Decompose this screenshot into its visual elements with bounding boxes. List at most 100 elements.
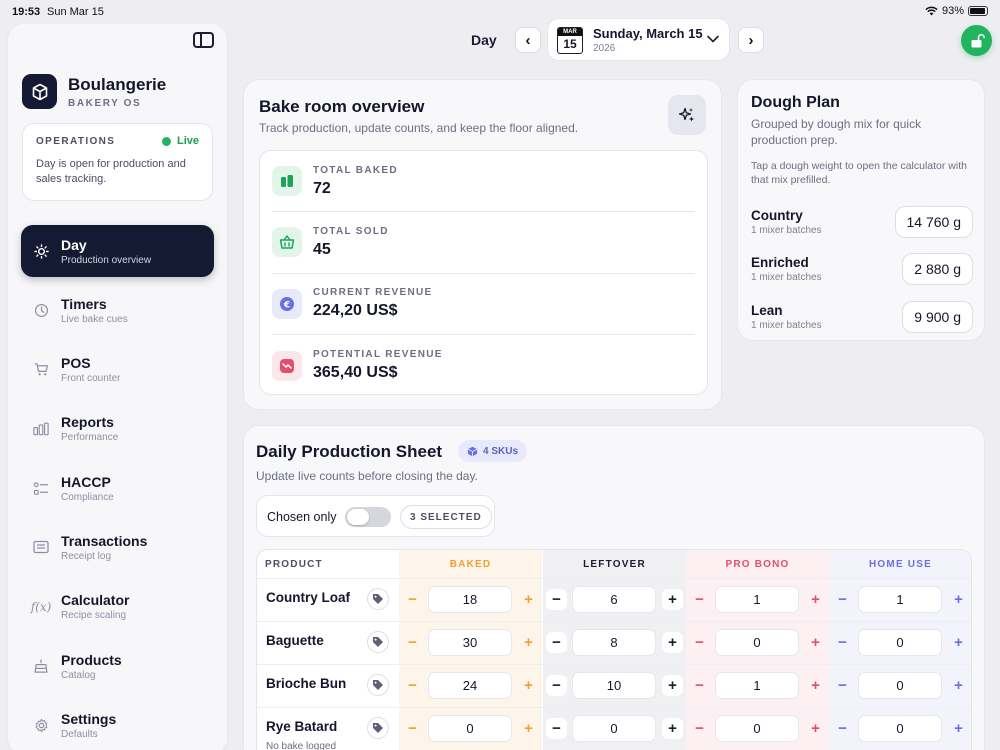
increment-button[interactable]: + [518, 589, 539, 610]
sidebar-item-reports[interactable]: Reports Performance [21, 403, 214, 455]
decrement-button[interactable]: − [689, 589, 710, 610]
decrement-button[interactable]: − [402, 675, 423, 696]
metric-value: 224,20 US$ [313, 302, 398, 320]
euro-icon: € [272, 288, 302, 319]
sidebar-item-transactions[interactable]: Transactions Receipt log [21, 521, 214, 573]
leftover-value[interactable]: 8 [572, 629, 656, 656]
leftover-value[interactable]: 6 [572, 586, 656, 613]
table-row: Baguette −30 + −8 + −0 + −0 + [257, 621, 971, 664]
decrement-button[interactable]: − [546, 675, 567, 696]
decrement-button[interactable]: − [832, 632, 853, 653]
increment-button[interactable]: + [518, 718, 539, 739]
baked-stepper: −24 + [399, 672, 542, 699]
increment-button[interactable]: + [948, 589, 969, 610]
decrement-button[interactable]: − [402, 632, 423, 653]
dough-weight-button[interactable]: 9 900 g [902, 300, 973, 333]
decrement-button[interactable]: − [546, 589, 567, 610]
decrement-button[interactable]: − [689, 718, 710, 739]
sidebar-item-day[interactable]: Day Production overview [21, 225, 214, 277]
increment-button[interactable]: + [518, 632, 539, 653]
decrement-button[interactable]: − [689, 675, 710, 696]
selected-count-pill[interactable]: 3 SELECTED [400, 505, 492, 529]
pro-bono-value[interactable]: 1 [715, 586, 799, 613]
decrement-button[interactable]: − [402, 718, 423, 739]
baked-value[interactable]: 30 [428, 629, 512, 656]
decrement-button[interactable]: − [832, 589, 853, 610]
decrement-button[interactable]: − [689, 632, 710, 653]
tag-icon [373, 680, 383, 690]
sidebar-item-timers[interactable]: Timers Live bake cues [21, 284, 214, 336]
selected-year: 2026 [593, 43, 616, 54]
leftover-value[interactable]: 0 [572, 715, 656, 742]
pro-bono-value[interactable]: 0 [715, 629, 799, 656]
chosen-filter: Chosen only 3 SELECTED [256, 495, 495, 537]
status-bar: 19:53 Sun Mar 15 93% [0, 0, 1000, 24]
sidebar-item-calculator[interactable]: f(x) Calculator Recipe scaling [21, 581, 214, 633]
sidebar-item-title: HACCP [61, 473, 111, 490]
dough-row: Lean 1 mixer batches 9 900 g [751, 293, 973, 341]
decrement-button[interactable]: − [832, 718, 853, 739]
increment-button[interactable]: + [948, 718, 969, 739]
decrement-button[interactable]: − [546, 632, 567, 653]
baked-value[interactable]: 0 [428, 715, 512, 742]
increment-button[interactable]: + [948, 675, 969, 696]
tag-button[interactable] [367, 588, 389, 610]
unlock-button[interactable] [961, 25, 992, 56]
increment-button[interactable]: + [662, 589, 683, 610]
receipt-icon [33, 539, 49, 555]
increment-button[interactable]: + [948, 632, 969, 653]
tag-button[interactable] [367, 631, 389, 653]
decrement-button[interactable]: − [546, 718, 567, 739]
increment-button[interactable]: + [662, 632, 683, 653]
previous-day-button[interactable]: ‹ [515, 27, 541, 53]
dough-weight-button[interactable]: 14 760 g [894, 205, 973, 238]
metric-potential-revenue: POTENTIAL REVENUE 365,40 US$ [272, 335, 695, 396]
increment-button[interactable]: + [662, 675, 683, 696]
home-use-value[interactable]: 1 [858, 586, 942, 613]
next-day-button[interactable]: › [738, 27, 764, 53]
sidebar-item-subtitle: Recipe scaling [61, 610, 127, 622]
metric-value: 45 [313, 240, 331, 258]
timer-icon [33, 302, 49, 318]
sun-icon [33, 243, 49, 259]
sparkle-button[interactable] [668, 95, 706, 135]
increment-button[interactable]: + [518, 675, 539, 696]
leftover-value[interactable]: 10 [572, 672, 656, 699]
sidebar-item-haccp[interactable]: HACCP Compliance [21, 462, 214, 514]
sidebar-item-title: Timers [61, 295, 107, 312]
battery-percent: 93% [941, 5, 964, 17]
baked-value[interactable]: 18 [428, 586, 512, 613]
brand-name: Boulangerie [68, 74, 167, 94]
home-use-value[interactable]: 0 [858, 672, 942, 699]
sidebar-toggle-icon[interactable] [193, 32, 214, 48]
cake-icon [33, 658, 49, 674]
date-picker[interactable]: MAR 15 Sunday, March 15 2026 [547, 18, 730, 61]
dough-weight-button[interactable]: 2 880 g [902, 253, 973, 286]
pro-bono-value[interactable]: 0 [715, 715, 799, 742]
tag-button[interactable] [367, 674, 389, 696]
pro-bono-value[interactable]: 1 [715, 672, 799, 699]
day-label: Day [471, 32, 497, 48]
home-use-value[interactable]: 0 [858, 629, 942, 656]
increment-button[interactable]: + [805, 718, 826, 739]
decrement-button[interactable]: − [832, 675, 853, 696]
sidebar-item-products[interactable]: Products Catalog [21, 640, 214, 692]
increment-button[interactable]: + [805, 589, 826, 610]
increment-button[interactable]: + [662, 718, 683, 739]
live-status-badge: Live [161, 135, 199, 147]
pro-bono-stepper: −1 + [686, 672, 829, 699]
increment-button[interactable]: + [805, 632, 826, 653]
product-name: Country Loaf [266, 590, 350, 605]
tag-button[interactable] [367, 717, 389, 739]
home-use-value[interactable]: 0 [858, 715, 942, 742]
metric-label: CURRENT REVENUE [313, 287, 433, 299]
increment-button[interactable]: + [805, 675, 826, 696]
sidebar-item-settings[interactable]: Settings Defaults [21, 699, 214, 750]
chevron-down-icon [707, 31, 719, 46]
chosen-only-toggle[interactable] [345, 507, 391, 527]
home-use-stepper: −1 + [829, 586, 971, 613]
baked-value[interactable]: 24 [428, 672, 512, 699]
sidebar-item-pos[interactable]: POS Front counter [21, 344, 214, 396]
sidebar-item-title: Settings [61, 710, 117, 727]
decrement-button[interactable]: − [402, 589, 423, 610]
